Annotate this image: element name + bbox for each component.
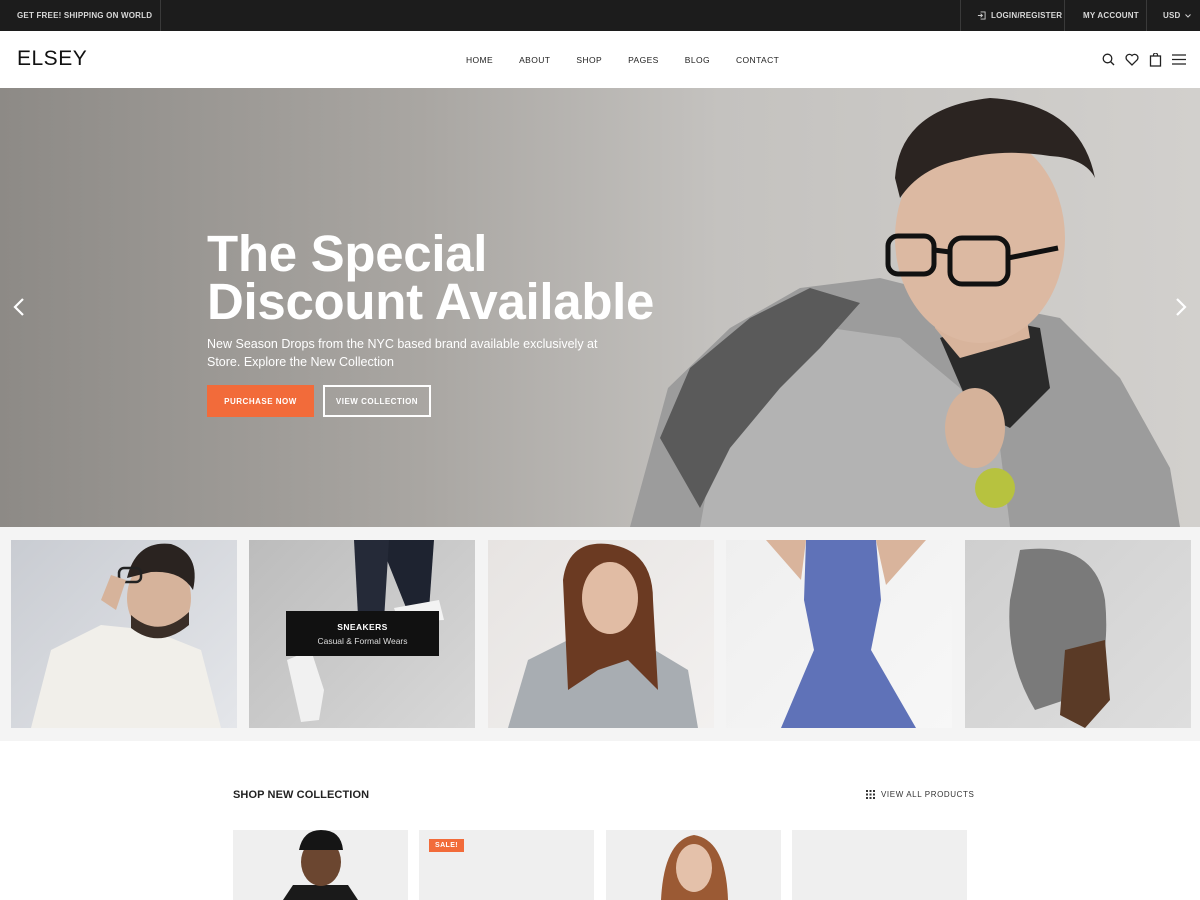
my-account-link[interactable]: MY ACCOUNT (1064, 0, 1146, 31)
product-card[interactable] (233, 830, 408, 900)
category-image-men (31, 543, 221, 728)
top-bar-links: LOGIN/REGISTER MY ACCOUNT USD (960, 0, 1200, 31)
chevron-down-icon (1184, 13, 1191, 18)
shipping-notice: GET FREE! SHIPPING ON WORLD WIDE (0, 0, 161, 51)
category-card-dresses[interactable] (726, 540, 952, 728)
sneakers-subtitle: Casual & Formal Wears (317, 636, 408, 646)
nav-contact[interactable]: CONTACT (736, 55, 779, 65)
category-card-sneakers[interactable]: SNEAKERS Casual & Formal Wears (249, 540, 475, 728)
product-card[interactable]: SALE! (419, 830, 594, 900)
menu-icon (1172, 54, 1186, 65)
product-image (283, 830, 358, 900)
view-all-products-link[interactable]: VIEW ALL PRODUCTS (866, 790, 974, 799)
slider-next-button[interactable] (1174, 297, 1188, 322)
category-image-accessories (1009, 548, 1110, 728)
menu-button[interactable] (1172, 54, 1186, 65)
cart-icon (1149, 52, 1162, 67)
site-header: ELSEY HOME ABOUT SHOP PAGES BLOG CONTACT (0, 31, 1200, 88)
category-card-men[interactable] (11, 540, 237, 728)
arrow-right-icon (1176, 298, 1187, 316)
category-image-women (508, 543, 698, 728)
header-icons (1092, 31, 1186, 88)
wishlist-button[interactable] (1125, 53, 1139, 66)
arrow-left-icon (13, 298, 24, 316)
view-all-label: VIEW ALL PRODUCTS (881, 790, 975, 799)
category-image-dresses (766, 540, 926, 728)
purchase-now-button[interactable]: PURCHASE NOW (207, 385, 314, 417)
site-logo[interactable]: ELSEY (17, 47, 87, 71)
sneakers-label: SNEAKERS Casual & Formal Wears (286, 611, 439, 656)
grid-icon (866, 790, 875, 799)
currency-selector[interactable]: USD (1146, 0, 1200, 31)
heart-icon (1125, 53, 1139, 66)
search-button[interactable] (1102, 53, 1115, 66)
login-register-label: LOGIN/REGISTER (991, 11, 1063, 20)
section-title: SHOP NEW COLLECTION (233, 789, 370, 801)
nav-pages[interactable]: PAGES (628, 55, 659, 65)
nav-about[interactable]: ABOUT (519, 55, 550, 65)
product-card[interactable] (606, 830, 781, 900)
login-register-link[interactable]: LOGIN/REGISTER (960, 0, 1064, 31)
product-image (661, 835, 728, 900)
nav-blog[interactable]: BLOG (685, 55, 710, 65)
nav-shop[interactable]: SHOP (576, 55, 602, 65)
main-nav: HOME ABOUT SHOP PAGES BLOG CONTACT (466, 31, 805, 88)
category-card-accessories[interactable] (965, 540, 1191, 728)
sale-badge: SALE! (429, 839, 464, 852)
top-bar: GET FREE! SHIPPING ON WORLD WIDE LOGIN/R… (0, 0, 1200, 51)
hero-title: The Special Discount Available (207, 225, 655, 330)
sneakers-title: SNEAKERS (337, 622, 388, 632)
currency-label: USD (1163, 11, 1181, 20)
hero-subtitle: New Season Drops from the NYC based bran… (207, 337, 598, 369)
cart-button[interactable] (1149, 52, 1162, 67)
hero-slider: The Special Discount Available New Seaso… (0, 88, 1200, 527)
slider-prev-button[interactable] (12, 297, 26, 322)
login-icon (977, 11, 986, 20)
search-icon (1102, 53, 1115, 66)
view-collection-button[interactable]: VIEW COLLECTION (323, 385, 431, 417)
category-strip: SNEAKERS Casual & Formal Wears (0, 527, 1200, 741)
nav-home[interactable]: HOME (466, 55, 493, 65)
my-account-label: MY ACCOUNT (1083, 11, 1139, 20)
category-card-women[interactable] (488, 540, 714, 728)
product-card[interactable] (792, 830, 967, 900)
